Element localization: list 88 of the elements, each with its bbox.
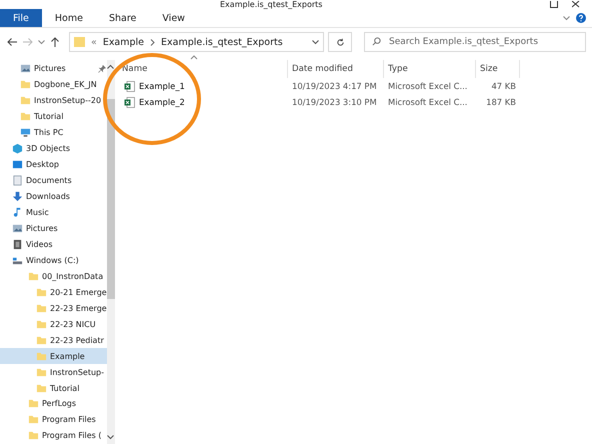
scroll-down-icon[interactable] <box>107 435 114 440</box>
search-field[interactable]: Search Example.is_qtest_Exports <box>364 32 586 52</box>
column-header[interactable]: Size <box>476 60 520 78</box>
cube-icon <box>12 143 23 154</box>
sidebar-item[interactable]: Downloads <box>0 188 107 205</box>
column-header[interactable]: Name <box>120 60 288 78</box>
folder-icon <box>74 36 85 48</box>
file-name[interactable]: Example_2 <box>120 94 288 110</box>
desktop-icon <box>12 159 23 170</box>
sidebar-item[interactable]: InstronSetup--20 <box>0 92 107 109</box>
folder-icon <box>36 334 47 346</box>
date-cell-text: 10/19/2023 4:17 PM <box>291 80 378 93</box>
folder-icon <box>36 382 47 394</box>
pictures-icon <box>12 223 23 234</box>
folder-icon <box>20 79 31 90</box>
column-header[interactable]: Date modified <box>288 60 384 78</box>
sidebar-item[interactable]: Tutorial <box>0 380 107 396</box>
chevron-right-icon <box>150 38 156 46</box>
help-icon[interactable] <box>576 13 586 23</box>
scroll-up-icon[interactable] <box>107 64 114 69</box>
folder-icon <box>36 350 47 362</box>
sidebar-item[interactable]: Windows (C:) <box>0 252 107 268</box>
spreadsheet-file-icon <box>124 96 135 108</box>
back-arrow-icon[interactable] <box>6 36 18 48</box>
type-cell-text: Microsoft Excel C... <box>387 80 468 93</box>
sidebar-item[interactable]: 20-21 Emerge <box>0 284 107 300</box>
film-icon <box>12 238 23 250</box>
sidebar-item[interactable]: Documents <box>0 172 107 189</box>
chevron-down-icon[interactable] <box>563 16 570 20</box>
file-name[interactable]: Example_1 <box>120 78 288 94</box>
document-icon <box>12 175 23 186</box>
breadcrumb-item[interactable]: Example.is_qtest_Exports <box>161 36 283 48</box>
ribbon-tab[interactable]: View <box>149 9 198 27</box>
sidebar-item[interactable]: PerfLogs <box>0 396 107 412</box>
sidebar-item[interactable]: 00_InstronData <box>0 268 107 284</box>
sidebar-item[interactable]: Example <box>0 348 107 364</box>
refresh-icon <box>336 38 344 46</box>
sidebar-item[interactable]: Pictures <box>0 61 107 77</box>
sidebar-item[interactable]: 22-23 NICU <box>0 316 107 332</box>
sidebar-item[interactable]: Program Files <box>0 412 107 428</box>
address-bar[interactable]: « Example Example.is_qtest_Exports <box>69 32 324 52</box>
pictures-icon <box>20 63 31 74</box>
breadcrumb-overflow[interactable]: « <box>91 36 97 48</box>
spreadsheet-file-icon <box>124 80 135 92</box>
folder-icon <box>28 270 39 282</box>
chevron-down-icon[interactable] <box>312 40 319 44</box>
ribbon-tab[interactable]: File <box>0 9 42 27</box>
download-icon <box>12 191 23 202</box>
sidebar-item[interactable]: Desktop <box>0 156 107 173</box>
chevron-down-icon[interactable] <box>38 40 45 44</box>
sidebar-item[interactable]: Dogbone_EK_JN <box>0 76 107 93</box>
size-cell-text: 47 KB <box>490 80 517 93</box>
folder-icon <box>28 430 39 442</box>
column-header[interactable]: Type <box>384 60 476 78</box>
sidebar-item[interactable]: Videos <box>0 236 107 252</box>
sidebar-item[interactable]: Tutorial <box>0 108 107 125</box>
sidebar-item[interactable]: This PC <box>0 124 107 141</box>
window-title: Example.is_qtest_Exports <box>220 0 322 9</box>
folder-icon <box>36 286 47 298</box>
music-note-icon <box>12 207 23 218</box>
folder-icon <box>28 398 39 410</box>
sidebar-item[interactable]: 3D Objects <box>0 140 107 157</box>
type-cell-text: Microsoft Excel C... <box>387 96 468 109</box>
folder-icon <box>36 318 47 330</box>
up-arrow-icon[interactable] <box>49 36 61 48</box>
breadcrumb-item[interactable]: Example <box>102 36 144 48</box>
folder-icon <box>36 366 47 378</box>
folder-icon <box>20 95 31 106</box>
computer-icon <box>20 127 31 138</box>
sidebar-item[interactable]: 22-23 Emerge <box>0 300 107 316</box>
ribbon-tab[interactable]: Share <box>96 9 150 27</box>
sidebar-item[interactable]: Music <box>0 204 107 221</box>
folder-icon <box>28 414 39 426</box>
scrollbar-thumb[interactable] <box>106 99 115 299</box>
folder-icon <box>36 302 47 314</box>
close-icon[interactable] <box>572 1 580 8</box>
ribbon-tab[interactable]: Home <box>42 9 96 27</box>
date-cell-text: 10/19/2023 3:10 PM <box>291 96 378 109</box>
sidebar-item[interactable]: Program Files ( <box>0 428 107 444</box>
folder-icon <box>20 111 31 122</box>
maximize-icon[interactable] <box>550 1 558 8</box>
sidebar-item[interactable]: InstronSetup- <box>0 364 107 380</box>
size-cell-text: 187 KB <box>485 96 517 109</box>
sidebar-item[interactable]: 22-23 Pediatr <box>0 332 107 348</box>
refresh-button[interactable] <box>328 32 352 52</box>
sort-caret-icon <box>190 54 198 60</box>
sidebar-item[interactable]: Pictures <box>0 220 107 236</box>
search-icon <box>372 37 381 46</box>
